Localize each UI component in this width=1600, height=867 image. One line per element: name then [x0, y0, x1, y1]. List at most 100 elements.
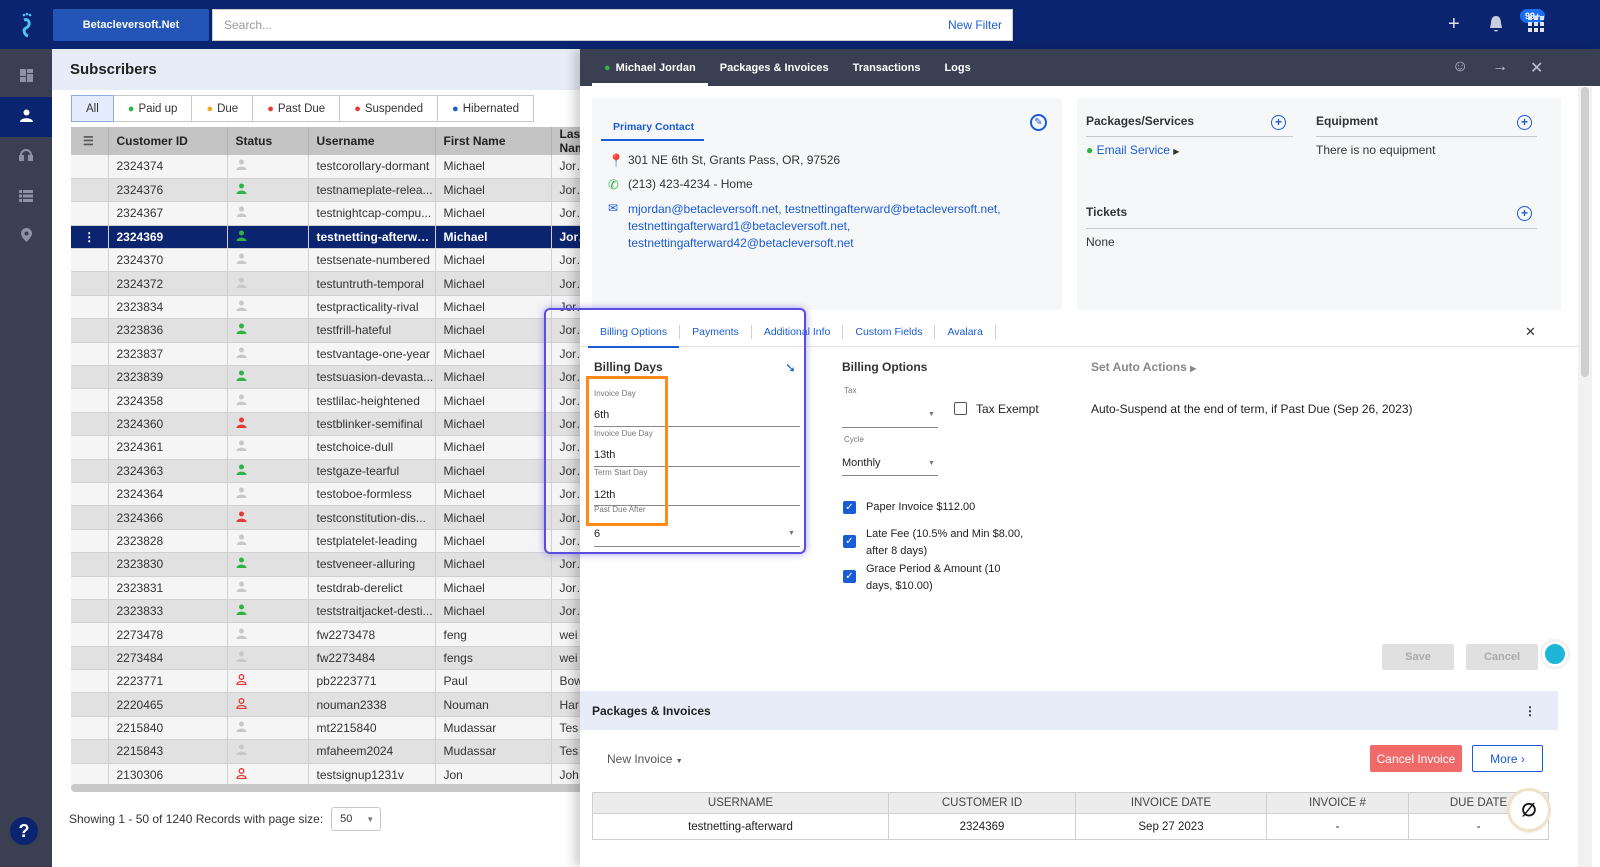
column-header-customer-id[interactable]: Customer ID: [108, 127, 228, 155]
email-link[interactable]: testnettingafterward1@betacleversoft.net…: [628, 218, 1001, 235]
invoice-due-field[interactable]: 13th: [594, 449, 615, 461]
plus-icon[interactable]: +: [1448, 14, 1460, 34]
save-button[interactable]: Save: [1382, 644, 1454, 670]
invoice-username-link[interactable]: testnetting-afterward: [592, 813, 889, 840]
table-row[interactable]: 2324361testchoice-dullMichaelJordan: [71, 435, 593, 460]
arrow-right-icon[interactable]: →: [1492, 58, 1508, 76]
search-input[interactable]: [224, 18, 948, 32]
table-row[interactable]: 2324363testgaze-tearfulMichaelJordan: [71, 459, 593, 483]
tab-avalara[interactable]: Avalara: [935, 324, 996, 339]
add-ticket-icon[interactable]: +: [1517, 206, 1532, 221]
row-menu-icon[interactable]: [71, 365, 109, 390]
table-row[interactable]: 2323836testfrill-hatefulMichaelJordan: [71, 318, 593, 343]
row-menu-icon[interactable]: [71, 599, 109, 624]
row-menu-icon[interactable]: [71, 155, 109, 179]
edit-icon[interactable]: ✎: [1030, 114, 1047, 131]
table-row[interactable]: 2215843 mfaheem2024 Mudassar Tes: [71, 739, 593, 764]
table-row[interactable]: 2324374testcorollary-dormantMichaelJorda…: [71, 155, 593, 179]
tab-transactions[interactable]: Transactions: [841, 49, 933, 86]
table-row[interactable]: 2324364testoboe-formlessMichaelJordan: [71, 482, 593, 507]
sidebar-item-support[interactable]: [0, 137, 52, 177]
row-menu-icon[interactable]: [71, 576, 109, 600]
bell-icon[interactable]: [1488, 15, 1504, 37]
row-menu-icon[interactable]: [71, 529, 109, 554]
add-package-icon[interactable]: +: [1271, 115, 1286, 130]
row-menu-icon[interactable]: [71, 716, 109, 741]
invoice-day-field[interactable]: 6th: [594, 409, 609, 421]
paper-invoice-label[interactable]: Paper Invoice $112.00: [866, 501, 975, 513]
past-due-select[interactable]: 6: [594, 528, 600, 540]
tab-payments[interactable]: Payments: [680, 324, 752, 339]
cancel-invoice-button[interactable]: Cancel Invoice: [1370, 745, 1462, 772]
table-row[interactable]: 2324370testsenate-numberedMichaelJordan: [71, 248, 593, 273]
tab-logs[interactable]: Logs: [932, 49, 982, 86]
table-row[interactable]: 2323833 teststraitjacket-desti... Michael J…: [71, 599, 593, 624]
column-header-username[interactable]: Username: [308, 127, 436, 155]
tab-primary-contact[interactable]: Primary Contact: [601, 117, 704, 141]
row-menu-icon[interactable]: [71, 459, 109, 483]
smiley-icon[interactable]: ☺: [1452, 58, 1468, 76]
row-menu-icon[interactable]: ⋮: [71, 225, 109, 250]
close-icon[interactable]: ✕: [1530, 58, 1543, 78]
filter-all[interactable]: All: [71, 95, 114, 122]
filter-paid-up[interactable]: ● Paid up: [113, 95, 193, 122]
cycle-select[interactable]: Monthly: [842, 457, 881, 469]
table-row[interactable]: 2323830testveneer-alluringMichaelJordan: [71, 552, 593, 577]
row-menu-icon[interactable]: [71, 505, 109, 530]
table-row[interactable]: 2324372testuntruth-temporalMichaelJordan: [71, 271, 593, 296]
table-row[interactable]: 2220465 nouman2338 Nouman Har: [71, 692, 593, 717]
tab-additional-info[interactable]: Additional Info: [752, 324, 844, 339]
row-menu-icon[interactable]: [71, 295, 109, 320]
invoice-date-link[interactable]: Sep 27 2023: [1075, 813, 1267, 840]
row-menu-icon[interactable]: [71, 201, 109, 226]
new-filter-link[interactable]: New Filter: [948, 18, 1012, 32]
table-row[interactable]: 2323828testplatelet-leadingMichaelJordan: [71, 529, 593, 554]
late-fee-checkbox[interactable]: ✓: [843, 535, 856, 548]
horizontal-scrollbar[interactable]: [71, 784, 592, 792]
table-row[interactable]: 2323831testdrab-derelictMichaelJordan: [71, 576, 593, 600]
table-row[interactable]: 2324367testnightcap-compu...MichaelJorda…: [71, 201, 593, 226]
cancel-button[interactable]: Cancel: [1466, 644, 1538, 670]
row-menu-icon[interactable]: [71, 482, 109, 507]
tab-contact[interactable]: ● Michael Jordan: [592, 49, 708, 86]
grace-period-label[interactable]: Grace Period & Amount (10 days, $10.00): [866, 561, 1001, 595]
row-menu-icon[interactable]: [71, 342, 109, 367]
tab-billing-options[interactable]: Billing Options: [588, 324, 681, 348]
table-row[interactable]: 2323839testsuasion-devasta...MichaelJord…: [71, 365, 593, 390]
assistant-widget-icon[interactable]: [1542, 641, 1568, 667]
table-row[interactable]: 2223771 pb2223771 Paul Bow: [71, 669, 593, 694]
table-row[interactable]: 2324366 testconstitution-dis... Michael Jor…: [71, 505, 593, 530]
filter-due[interactable]: ● Due: [192, 95, 254, 122]
column-header-invoice-date[interactable]: INVOICE DATE: [1075, 792, 1267, 814]
logo-icon[interactable]: [16, 12, 38, 38]
filter-suspended[interactable]: ● Suspended: [340, 95, 439, 122]
filter-hibernated[interactable]: ● Hibernated: [438, 95, 534, 122]
tax-exempt-checkbox[interactable]: [954, 402, 967, 415]
row-menu-icon[interactable]: [71, 412, 109, 437]
row-menu-icon[interactable]: [71, 248, 109, 273]
add-equipment-icon[interactable]: +: [1517, 115, 1532, 130]
package-item[interactable]: ● Email Service ▶: [1086, 143, 1179, 157]
column-header-customer-id[interactable]: CUSTOMER ID: [888, 792, 1076, 814]
row-menu-icon[interactable]: [71, 739, 109, 764]
help-button[interactable]: ?: [10, 817, 38, 845]
paper-invoice-checkbox[interactable]: ✓: [843, 501, 856, 514]
term-start-field[interactable]: 12th: [594, 489, 615, 501]
late-fee-label[interactable]: Late Fee (10.5% and Min $8.00, after 8 da…: [866, 526, 1023, 560]
page-size-select[interactable]: 50 ▼: [331, 807, 382, 831]
close-icon[interactable]: ✕: [1525, 324, 1536, 340]
sidebar-item-map[interactable]: [0, 217, 52, 257]
email-link[interactable]: testnettingafterward42@betacleversoft.ne…: [628, 235, 1001, 252]
table-row[interactable]: 2324376testnameplate-relea...MichaelJord…: [71, 178, 593, 203]
grace-period-checkbox[interactable]: ✓: [843, 570, 856, 583]
row-menu-icon[interactable]: [71, 178, 109, 203]
row-menu-icon[interactable]: [71, 646, 109, 671]
table-row[interactable]: 2273478 fw2273478 feng wei: [71, 622, 593, 647]
row-menu-icon[interactable]: [71, 552, 109, 577]
row-menu-icon[interactable]: [71, 435, 109, 460]
column-header-status[interactable]: Status: [227, 127, 309, 155]
tab-custom-fields[interactable]: Custom Fields: [843, 324, 936, 339]
row-menu-icon[interactable]: [71, 271, 109, 296]
row-menu-icon[interactable]: [71, 669, 109, 694]
table-row[interactable]: 2324358testlilac-heightenedMichaelJordan: [71, 388, 593, 413]
